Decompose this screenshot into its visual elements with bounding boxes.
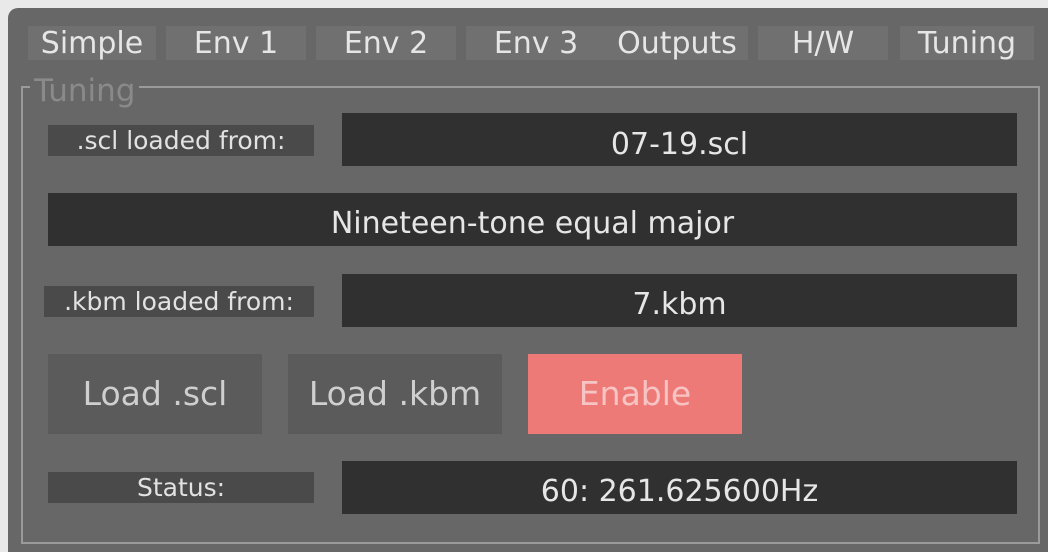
status-value-field: 60: 261.625600Hz — [342, 461, 1017, 514]
scl-loaded-label: .scl loaded from: — [48, 125, 314, 156]
tab-simple[interactable]: Simple — [28, 26, 156, 61]
status-label: Status: — [48, 472, 314, 503]
kbm-loaded-label: .kbm loaded from: — [44, 286, 314, 317]
load-scl-button[interactable]: Load .scl — [48, 354, 262, 434]
tab-tuning[interactable]: Tuning — [900, 26, 1034, 61]
scl-filename-field: 07-19.scl — [342, 113, 1017, 166]
tab-bar: Simple Env 1 Env 2 Env 3 Outputs H/W Tun… — [8, 8, 1048, 68]
tuning-group-title: Tuning — [30, 74, 140, 108]
load-kbm-button[interactable]: Load .kbm — [288, 354, 502, 434]
tuning-panel-window: Simple Env 1 Env 2 Env 3 Outputs H/W Tun… — [8, 8, 1048, 552]
tab-outputs[interactable]: Outputs — [606, 26, 748, 61]
kbm-filename-field: 7.kbm — [342, 274, 1017, 327]
enable-button[interactable]: Enable — [528, 354, 742, 434]
tab-hw[interactable]: H/W — [758, 26, 888, 61]
scale-description-field: Nineteen-tone equal major — [48, 193, 1017, 246]
tab-env-3[interactable]: Env 3 — [466, 26, 606, 61]
tab-env-2[interactable]: Env 2 — [316, 26, 456, 61]
tab-env-1[interactable]: Env 1 — [166, 26, 306, 61]
